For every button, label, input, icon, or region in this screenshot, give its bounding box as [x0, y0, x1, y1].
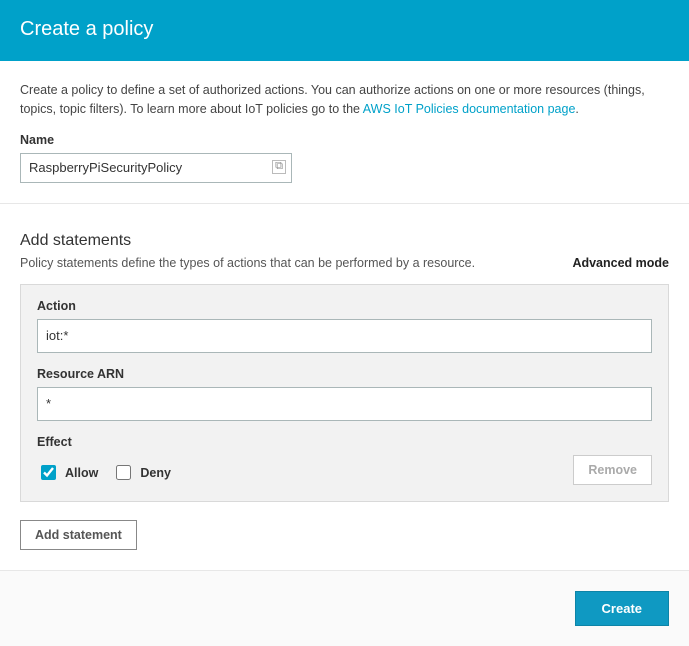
- page-title: Create a policy: [20, 18, 669, 41]
- resource-field: Resource ARN: [37, 367, 652, 421]
- add-statement-button[interactable]: Add statement: [20, 520, 137, 550]
- action-field: Action: [37, 299, 652, 353]
- page-header: Create a policy: [0, 0, 689, 61]
- separator: [0, 203, 689, 204]
- statements-subdesc: Policy statements define the types of ac…: [20, 256, 475, 270]
- statements-heading: Add statements: [20, 232, 669, 250]
- input-suffix-icon: ⧉: [272, 160, 286, 174]
- advanced-mode-toggle[interactable]: Advanced mode: [572, 256, 669, 270]
- docs-link[interactable]: AWS IoT Policies documentation page: [363, 102, 576, 116]
- effect-label: Effect: [37, 435, 652, 449]
- resource-label: Resource ARN: [37, 367, 652, 381]
- allow-checkbox[interactable]: [41, 465, 56, 480]
- policy-name-input[interactable]: [20, 153, 292, 183]
- deny-checkbox-wrap[interactable]: Deny: [112, 462, 171, 483]
- effect-field: Effect Allow Deny Remove: [37, 435, 652, 485]
- statements-subrow: Policy statements define the types of ac…: [20, 256, 669, 270]
- action-label: Action: [37, 299, 652, 313]
- allow-checkbox-wrap[interactable]: Allow: [37, 462, 98, 483]
- allow-label: Allow: [65, 466, 98, 480]
- statements-section: Add statements Policy statements define …: [0, 214, 689, 502]
- intro-after: .: [575, 102, 578, 116]
- add-statement-wrap: Add statement: [20, 520, 669, 550]
- deny-checkbox[interactable]: [116, 465, 131, 480]
- intro-text: Create a policy to define a set of autho…: [20, 81, 669, 119]
- name-label: Name: [20, 133, 669, 147]
- create-button[interactable]: Create: [575, 591, 669, 626]
- remove-button[interactable]: Remove: [573, 455, 652, 485]
- name-input-wrap: ⧉: [20, 153, 292, 183]
- effect-row: Allow Deny Remove: [37, 455, 652, 485]
- footer: Create: [0, 570, 689, 646]
- statement-box: Action Resource ARN Effect Allow Deny: [20, 284, 669, 502]
- resource-input[interactable]: [37, 387, 652, 421]
- action-input[interactable]: [37, 319, 652, 353]
- content-area: Create a policy to define a set of autho…: [0, 61, 689, 214]
- effect-checks: Allow Deny: [37, 462, 171, 483]
- deny-label: Deny: [140, 466, 171, 480]
